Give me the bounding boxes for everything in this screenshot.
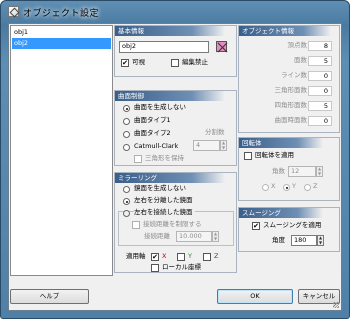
surface-type2-radio[interactable] — [123, 131, 130, 138]
visible-checkbox[interactable]: ✔ — [121, 59, 129, 67]
axis-z-checkbox[interactable] — [203, 253, 211, 261]
keep-triangle-label: 三角形を保持 — [145, 154, 184, 162]
mirroring-header: ミラーリング — [115, 173, 225, 183]
resize-grip-icon[interactable] — [333, 302, 339, 308]
lathe-axis-x-radio[interactable] — [262, 184, 269, 191]
axis-label: 適用軸 — [126, 252, 146, 260]
surface-none-label: 曲面を生成しない — [134, 103, 186, 111]
surface-face-count-value: 0 — [308, 116, 332, 126]
smoothing-label: スムージングを適用 — [263, 221, 322, 229]
limit-distance-checkbox[interactable] — [132, 221, 140, 229]
mirror-none-radio[interactable] — [123, 186, 130, 193]
surface-catmull-radio[interactable] — [123, 144, 130, 151]
lathe-checkbox[interactable] — [244, 152, 252, 160]
surface-control-group: 曲面制御 曲面を生成しない 曲面タイプ1 曲面タイプ2 Catmull-Clar… — [114, 90, 237, 166]
object-list[interactable]: obj1 obj2 — [10, 25, 113, 276]
mirror-separate-radio[interactable] — [123, 198, 130, 205]
quad-count-label: 四角形面数 — [274, 101, 308, 109]
object-info-header: オブジェクト情報 — [239, 26, 331, 36]
app-icon — [8, 6, 19, 17]
smoothing-group: スムージング ✔ スムージングを適用 角度 180 — [238, 207, 340, 252]
angle-label: 角度 — [272, 236, 285, 244]
axis-x-checkbox[interactable]: ✔ — [151, 253, 159, 261]
vertex-count-value: 8 — [308, 41, 332, 51]
dialog-window: オブジェクト設定 obj1 obj2 基本情報 obj2 ✔ 可視 編集禁止 曲… — [0, 0, 350, 319]
dialog-client: obj1 obj2 基本情報 obj2 ✔ 可視 編集禁止 曲面制御 曲面を生成… — [8, 23, 342, 311]
lathe-header: 回転体 — [239, 138, 323, 148]
basic-info-header: 基本情報 — [115, 26, 225, 36]
divisions-input[interactable]: 4 — [193, 140, 220, 151]
face-count-value: 5 — [308, 56, 332, 66]
window-title: オブジェクト設定 — [23, 9, 100, 19]
segments-label: 角数 — [272, 167, 285, 175]
keep-triangle-checkbox[interactable] — [134, 155, 142, 163]
surface-none-radio[interactable] — [123, 105, 130, 112]
mirror-separate-label: 左右を分離した鏡面 — [134, 196, 193, 204]
ok-button[interactable]: OK — [217, 289, 293, 304]
axis-y-label: Y — [188, 252, 192, 260]
local-coord-label: ローカル座標 — [162, 263, 201, 271]
mirroring-group: ミラーリング 鏡面を生成しない 左右を分離した鏡面 左右を接続した鏡面 接続距離… — [114, 172, 237, 273]
divisions-spinner[interactable] — [220, 140, 227, 151]
lathe-group: 回転体 回転体を適用 角数 12 X Y Z — [238, 137, 340, 201]
surface-type1-radio[interactable] — [123, 118, 130, 125]
help-button[interactable]: ヘルプ — [10, 289, 89, 304]
basic-info-group: 基本情報 obj2 ✔ 可視 編集禁止 — [114, 25, 237, 77]
local-coord-checkbox[interactable] — [151, 264, 159, 272]
distance-spinner[interactable] — [212, 231, 219, 242]
axis-y-checkbox[interactable] — [177, 253, 185, 261]
mirror-connect-label: 左右を接続した鏡面 — [134, 208, 195, 217]
title-bar[interactable]: オブジェクト設定 — [1, 1, 349, 23]
lathe-axis-y-radio[interactable] — [283, 184, 290, 191]
lathe-axis-z-radio[interactable] — [304, 184, 311, 191]
lock-label: 編集禁止 — [182, 58, 208, 66]
mirror-none-label: 鏡面を生成しない — [134, 184, 186, 192]
divisions-label: 分割数 — [205, 128, 225, 136]
object-color-swatch[interactable] — [216, 41, 227, 52]
smoothing-checkbox[interactable]: ✔ — [252, 222, 260, 230]
object-info-group: オブジェクト情報 頂点数 8 面数 5 ライン数 0 三角形面数 0 四角形面数… — [238, 25, 340, 133]
vertex-count-label: 頂点数 — [287, 41, 308, 49]
lathe-axis-y-label: Y — [292, 182, 296, 190]
lathe-label: 回転体を適用 — [255, 151, 294, 159]
triangle-count-label: 三角形面数 — [274, 86, 308, 94]
list-item-obj2[interactable]: obj2 — [12, 38, 111, 49]
triangle-count-value: 0 — [308, 86, 332, 96]
face-count-label: 面数 — [294, 56, 307, 64]
distance-label: 接続距離 — [144, 232, 170, 240]
line-count-value: 0 — [308, 71, 332, 81]
surface-catmull-label: Catmull-Clark — [134, 142, 179, 150]
angle-spinner[interactable] — [317, 235, 324, 246]
surface-control-header: 曲面制御 — [115, 91, 225, 101]
object-name-input[interactable]: obj2 — [119, 41, 209, 53]
surface-face-count-label: 曲面時面数 — [274, 116, 308, 124]
list-item-obj1[interactable]: obj1 — [12, 27, 111, 38]
limit-distance-label: 接続距離を制限する — [143, 220, 202, 228]
lock-checkbox[interactable] — [171, 59, 179, 67]
line-count-label: ライン数 — [281, 71, 307, 79]
surface-type1-label: 曲面タイプ1 — [134, 116, 171, 124]
surface-type2-label: 曲面タイプ2 — [134, 129, 171, 137]
angle-input[interactable]: 180 — [291, 235, 317, 246]
visible-label: 可視 — [132, 58, 145, 66]
mirror-connect-radio[interactable] — [123, 210, 130, 217]
smoothing-header: スムージング — [239, 208, 323, 218]
axis-z-label: Z — [214, 252, 219, 260]
lathe-axis-z-label: Z — [313, 182, 318, 190]
distance-input[interactable]: 10.000 — [176, 231, 212, 242]
axis-x-label: X — [162, 252, 167, 260]
segments-input[interactable]: 12 — [288, 166, 316, 177]
segments-spinner[interactable] — [316, 166, 323, 177]
lathe-axis-x-label: X — [271, 182, 276, 190]
quad-count-value: 5 — [308, 101, 332, 111]
